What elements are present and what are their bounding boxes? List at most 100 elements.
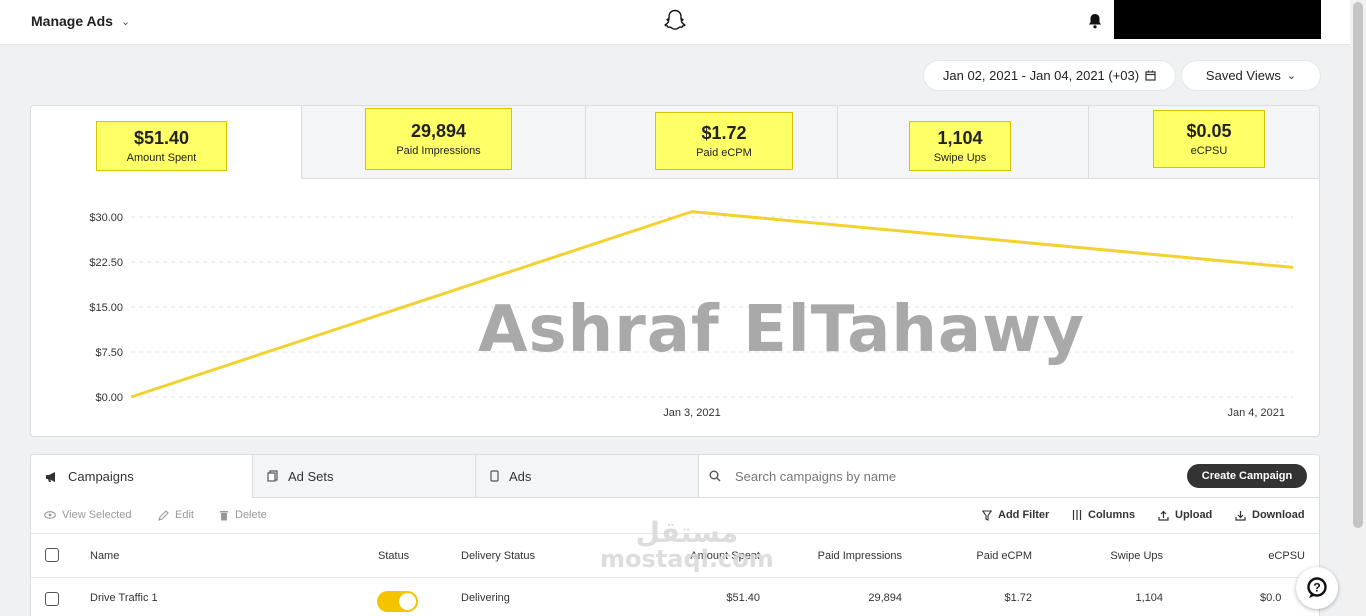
column-header-paid-ecpm[interactable]: Paid eCPM: [932, 550, 1032, 562]
delete-label: Delete: [235, 509, 267, 521]
table-row[interactable]: Drive Traffic 1 Delivering $51.40 29,894…: [31, 577, 1319, 616]
download-button[interactable]: Download: [1235, 509, 1305, 521]
download-label: Download: [1252, 509, 1305, 521]
date-range-picker[interactable]: Jan 02, 2021 - Jan 04, 2021 (+03): [924, 61, 1175, 90]
page-scrollbar[interactable]: [1350, 0, 1366, 616]
metrics-chart-card: $51.40 Amount Spent 29,894 Paid Impressi…: [30, 105, 1320, 437]
megaphone-icon: [46, 471, 55, 482]
manage-ads-menu[interactable]: Manage Ads ⌄: [31, 13, 130, 29]
mostaql-arabic: مستقل: [635, 516, 739, 549]
metric-highlight: 29,894 Paid Impressions: [365, 108, 512, 170]
tab-label: Ad Sets: [288, 468, 334, 484]
metric-highlight: $0.05 eCPSU: [1153, 110, 1265, 168]
metric-value: $1.72: [701, 123, 747, 143]
metric-label: Swipe Ups: [933, 152, 987, 164]
column-header-status[interactable]: Status: [378, 550, 409, 562]
add-filter-label: Add Filter: [998, 509, 1050, 521]
saved-views-label: Saved Views: [1205, 68, 1281, 83]
metric-value: 29,894: [410, 121, 467, 141]
date-range-label: Jan 02, 2021 - Jan 04, 2021 (+03): [942, 68, 1140, 83]
paid-ecpm-cell: $1.72: [1004, 592, 1032, 604]
metric-value: 1,104: [937, 128, 983, 148]
metric-highlight: 1,104 Swipe Ups: [909, 121, 1011, 171]
metric-highlight: $1.72 Paid eCPM: [655, 112, 793, 170]
metric-value: $0.05: [1186, 121, 1232, 141]
edit-label: Edit: [175, 509, 194, 521]
chevron-down-icon: ⌄: [120, 15, 131, 28]
top-bar: Manage Ads ⌄: [0, 0, 1350, 45]
svg-text:?: ?: [1313, 581, 1320, 595]
columns-icon: [1072, 510, 1082, 520]
mostaql-latin: mostaql.com: [600, 545, 774, 573]
tab-label: Campaigns: [68, 469, 134, 484]
metric-tab-paid-ecpm[interactable]: $1.72 Paid eCPM: [585, 106, 837, 179]
add-filter-button[interactable]: Add Filter: [982, 509, 1049, 521]
metric-label: Paid Impressions: [396, 145, 481, 157]
tab-label: Ads: [509, 468, 532, 484]
ecpsu-cell: $0.0: [1260, 592, 1282, 604]
mostaql-watermark: مستقل mostaql.com: [600, 516, 774, 573]
column-header-swipe-ups[interactable]: Swipe Ups: [1063, 550, 1163, 562]
metric-label: Paid eCPM: [696, 147, 752, 159]
upload-label: Upload: [1175, 509, 1213, 521]
amount-spent-cell: $51.40: [726, 592, 760, 604]
select-all-checkbox[interactable]: [45, 548, 59, 562]
campaign-name-link[interactable]: Drive Traffic 1: [90, 592, 158, 604]
metric-label: eCPSU: [1190, 145, 1228, 157]
saved-views-dropdown[interactable]: Saved Views ⌄: [1182, 61, 1320, 90]
campaign-search[interactable]: Create Campaign: [699, 455, 1319, 498]
eye-icon: [44, 511, 56, 519]
search-icon: [709, 470, 721, 482]
column-header-paid-impressions[interactable]: Paid Impressions: [782, 550, 902, 562]
trash-icon: [220, 510, 228, 520]
help-button[interactable]: ?: [1296, 567, 1338, 609]
tab-campaigns[interactable]: Campaigns: [31, 455, 253, 498]
download-icon: [1235, 510, 1246, 521]
metric-tab-amount-spent[interactable]: $51.40 Amount Spent: [31, 106, 301, 179]
filter-icon: [982, 509, 992, 521]
ad-sets-icon: [267, 470, 278, 482]
metric-label: Amount Spent: [126, 152, 197, 164]
edit-button[interactable]: Edit: [158, 509, 194, 521]
view-selected-label: View Selected: [62, 509, 132, 521]
pencil-icon: [158, 509, 169, 521]
chevron-down-icon: ⌄: [1286, 70, 1297, 82]
help-icon: ?: [1307, 577, 1327, 598]
x-tick-label: Jan 3, 2021: [663, 407, 721, 419]
calendar-icon: [1145, 70, 1156, 81]
metric-tab-swipe-ups[interactable]: 1,104 Swipe Ups: [837, 106, 1088, 179]
column-header-ecpsu[interactable]: eCPSU: [1205, 550, 1305, 562]
y-tick-label: $30.00: [89, 212, 123, 224]
metric-tab-paid-impressions[interactable]: 29,894 Paid Impressions: [301, 106, 585, 179]
metric-highlight: $51.40 Amount Spent: [96, 121, 227, 171]
tab-ad-sets[interactable]: Ad Sets: [253, 455, 476, 498]
y-tick-label: $7.50: [95, 347, 123, 359]
tab-ads[interactable]: Ads: [476, 455, 699, 498]
row-checkbox[interactable]: [45, 592, 59, 606]
columns-label: Columns: [1088, 509, 1136, 521]
column-header-delivery-status[interactable]: Delivery Status: [461, 550, 535, 562]
paid-impressions-cell: 29,894: [868, 592, 902, 604]
snapchat-ghost-icon[interactable]: [664, 9, 686, 33]
metric-tab-ecpsu[interactable]: $0.05 eCPSU: [1088, 106, 1319, 179]
delivery-status: Delivering: [461, 592, 510, 604]
scrollbar-thumb[interactable]: [1353, 2, 1363, 528]
create-campaign-button[interactable]: Create Campaign: [1187, 464, 1307, 488]
search-input[interactable]: [735, 468, 1135, 484]
columns-button[interactable]: Columns: [1072, 509, 1135, 521]
account-redacted[interactable]: [1114, 0, 1321, 39]
delete-button[interactable]: Delete: [219, 509, 267, 521]
upload-icon: [1158, 510, 1169, 521]
view-selected-button[interactable]: View Selected: [44, 509, 132, 521]
y-tick-label: $22.50: [89, 257, 123, 269]
watermark-text: Ashraf ElTahawy: [478, 293, 1085, 367]
manage-ads-title: Manage Ads: [31, 13, 113, 29]
metric-value: $51.40: [133, 128, 190, 148]
bell-icon[interactable]: [1087, 12, 1103, 30]
status-toggle[interactable]: [377, 591, 418, 612]
toggle-knob: [399, 593, 416, 610]
upload-button[interactable]: Upload: [1158, 509, 1212, 521]
y-tick-label: $15.00: [89, 302, 123, 314]
y-tick-label: $0.00: [95, 392, 123, 404]
column-header-name[interactable]: Name: [90, 550, 119, 562]
